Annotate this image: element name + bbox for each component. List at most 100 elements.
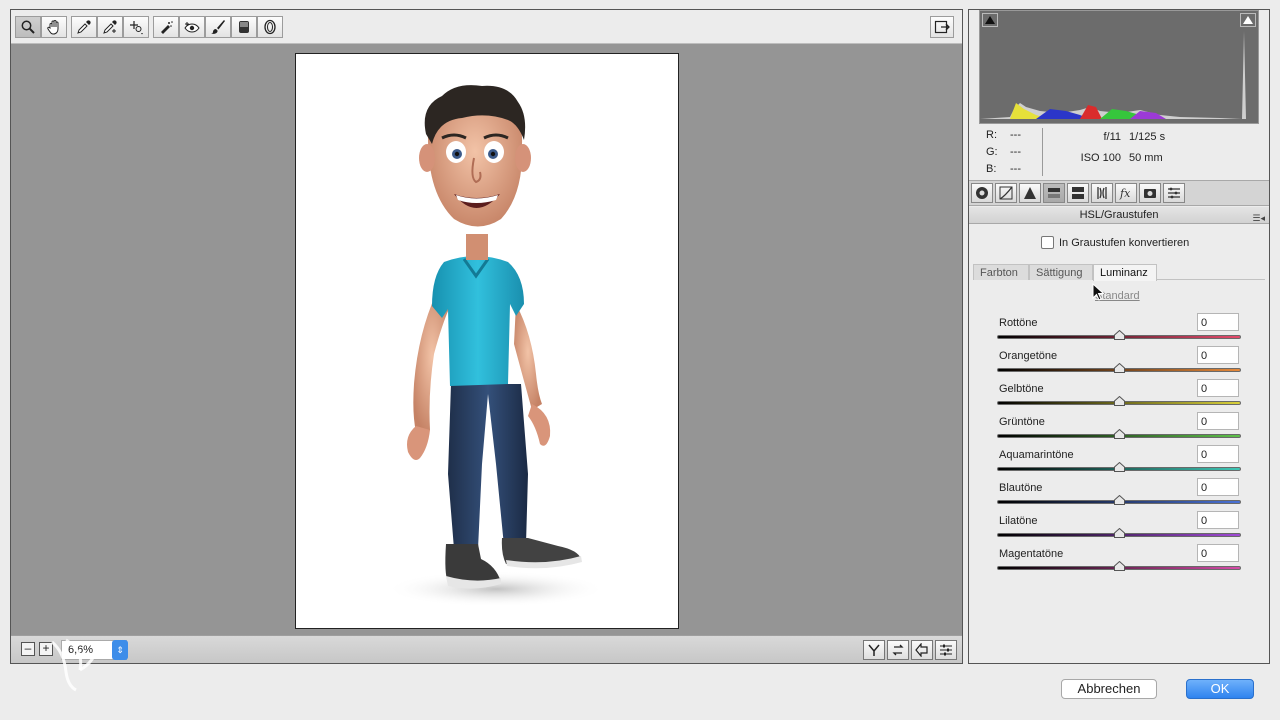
slider-value-field[interactable]: 0 bbox=[1197, 313, 1239, 331]
red-eye-tool[interactable] bbox=[179, 16, 205, 38]
subtab-hue[interactable]: Farbton bbox=[973, 264, 1029, 280]
panel-tab-bar: fx bbox=[969, 180, 1269, 206]
image-canvas[interactable] bbox=[11, 45, 962, 635]
info-divider bbox=[1042, 128, 1043, 176]
preview-preferences-button[interactable] bbox=[935, 640, 957, 660]
copy-settings-button[interactable] bbox=[911, 640, 933, 660]
slider-value-field[interactable]: 0 bbox=[1197, 379, 1239, 397]
slider-thumb[interactable] bbox=[1113, 528, 1125, 538]
slider-label: Aquamarintöne bbox=[999, 449, 1074, 461]
eyedropper-icon bbox=[77, 20, 91, 34]
slider-thumb[interactable] bbox=[1113, 561, 1125, 571]
slider-value-field[interactable]: 0 bbox=[1197, 412, 1239, 430]
g-value: --- bbox=[1010, 146, 1021, 158]
slider-thumb[interactable] bbox=[1113, 363, 1125, 373]
aperture-value: f/11 bbox=[1103, 131, 1121, 143]
fullscreen-icon bbox=[934, 20, 950, 34]
swap-icon bbox=[892, 644, 904, 656]
eye-icon bbox=[184, 22, 200, 33]
slider-value-field[interactable]: 0 bbox=[1197, 544, 1239, 562]
slider-value-field[interactable]: 0 bbox=[1197, 511, 1239, 529]
shadow-clipping-warning[interactable] bbox=[982, 13, 998, 27]
panel-title-text: HSL/Graustufen bbox=[1079, 209, 1159, 221]
grayscale-checkbox[interactable] bbox=[1041, 236, 1054, 249]
r-value: --- bbox=[1010, 129, 1021, 141]
triangle-up-icon bbox=[1243, 16, 1253, 24]
grayscale-option[interactable]: In Graustufen konvertieren bbox=[1041, 236, 1189, 249]
slider-label: Lilatöne bbox=[999, 515, 1038, 527]
histogram bbox=[979, 10, 1259, 124]
tab-effects[interactable]: fx bbox=[1115, 183, 1137, 203]
sliders-icon bbox=[940, 644, 952, 656]
spot-heal-icon bbox=[161, 21, 173, 34]
split-tone-icon bbox=[1072, 187, 1084, 199]
hand-icon bbox=[47, 20, 59, 35]
tab-camera-calibration[interactable] bbox=[1139, 183, 1161, 203]
histogram-graph bbox=[980, 31, 1258, 119]
slider-label: Grüntöne bbox=[999, 416, 1045, 428]
fx-icon: fx bbox=[1119, 187, 1131, 200]
triangle-up-icon bbox=[985, 16, 995, 24]
radial-filter-icon bbox=[264, 19, 276, 35]
tab-lens-corrections[interactable] bbox=[1091, 183, 1113, 203]
slider-thumb[interactable] bbox=[1113, 330, 1125, 340]
panel-menu-icon[interactable]: ☰◂ bbox=[1252, 210, 1265, 226]
ok-button[interactable]: OK bbox=[1186, 679, 1254, 699]
sharpen-triangle-icon bbox=[1024, 187, 1036, 199]
tab-split-toning[interactable] bbox=[1067, 183, 1089, 203]
tab-basic[interactable] bbox=[971, 183, 993, 203]
curve-icon bbox=[999, 186, 1013, 200]
slider-thumb[interactable] bbox=[1113, 396, 1125, 406]
zoom-tool[interactable] bbox=[15, 16, 41, 38]
g-label: G: bbox=[986, 146, 998, 158]
presets-icon bbox=[1168, 187, 1180, 199]
white-balance-tool[interactable] bbox=[71, 16, 97, 38]
slider-thumb[interactable] bbox=[1113, 495, 1125, 505]
slider-thumb[interactable] bbox=[1113, 462, 1125, 472]
tool-bar bbox=[11, 10, 962, 44]
hsl-subtabs: Farbton Sättigung Luminanz bbox=[973, 264, 1265, 281]
cartoon-character-image bbox=[386, 85, 606, 607]
slider-thumb[interactable] bbox=[1113, 429, 1125, 439]
preview-frame: – + 6,6% ⇕ bbox=[10, 9, 963, 664]
targeted-adjustment-tool[interactable] bbox=[123, 16, 149, 38]
slider-value-field[interactable]: 0 bbox=[1197, 346, 1239, 364]
subtab-saturation[interactable]: Sättigung bbox=[1029, 264, 1093, 280]
highlight-clipping-warning[interactable] bbox=[1240, 13, 1256, 27]
slider-value-field[interactable]: 0 bbox=[1197, 478, 1239, 496]
zoom-out-button[interactable]: – bbox=[21, 642, 35, 656]
radial-filter-tool[interactable] bbox=[257, 16, 283, 38]
spot-removal-tool[interactable] bbox=[153, 16, 179, 38]
target-adjust-icon bbox=[130, 21, 143, 35]
slider-label: Magentatöne bbox=[999, 548, 1064, 560]
tab-presets[interactable] bbox=[1163, 183, 1185, 203]
slider-value-field[interactable]: 0 bbox=[1197, 445, 1239, 463]
panel-title: HSL/Graustufen ☰◂ bbox=[969, 207, 1269, 224]
exif-readout: f/11 1/125 s ISO 100 50 mm bbox=[1069, 127, 1165, 169]
r-label: R: bbox=[986, 129, 997, 141]
adjustments-panel: R: --- G: --- B: --- f/11 1/125 s ISO 100 50 … bbox=[968, 9, 1270, 664]
subtab-luminance[interactable]: Luminanz bbox=[1093, 264, 1157, 281]
arrow-left-icon bbox=[915, 643, 928, 657]
graduated-filter-tool[interactable] bbox=[231, 16, 257, 38]
iso-value: ISO 100 bbox=[1080, 152, 1121, 164]
y-split-icon bbox=[868, 644, 880, 656]
focal-length-value: 50 mm bbox=[1129, 152, 1163, 164]
slider-row: Magentatöne 0 bbox=[997, 544, 1241, 581]
before-after-view-button[interactable] bbox=[863, 640, 885, 660]
tab-detail[interactable] bbox=[1019, 183, 1041, 203]
swap-settings-button[interactable] bbox=[887, 640, 909, 660]
slider-label: Blautöne bbox=[999, 482, 1043, 494]
tab-hsl[interactable] bbox=[1043, 183, 1065, 203]
hand-tool[interactable] bbox=[41, 16, 67, 38]
brush-icon bbox=[211, 20, 225, 34]
cancel-button[interactable]: Abbrechen bbox=[1061, 679, 1157, 699]
adjustment-brush-tool[interactable] bbox=[205, 16, 231, 38]
color-sampler-tool[interactable] bbox=[97, 16, 123, 38]
svg-text:fx: fx bbox=[1119, 187, 1131, 200]
fullscreen-button[interactable] bbox=[930, 16, 954, 38]
tab-tone-curve[interactable] bbox=[995, 183, 1017, 203]
up-down-arrows-icon: ⇕ bbox=[116, 644, 124, 655]
zoom-level-stepper[interactable]: ⇕ bbox=[112, 640, 128, 660]
eyedropper-plus-icon bbox=[103, 20, 117, 34]
